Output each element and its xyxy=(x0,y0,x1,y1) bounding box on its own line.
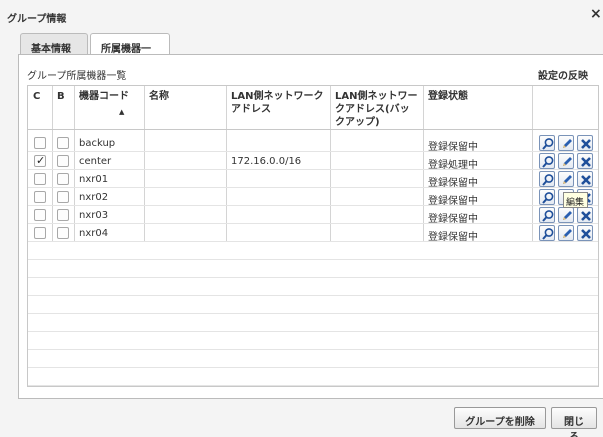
panel-title: グループ所属機器一覧 xyxy=(27,71,127,82)
column-header-registration-status[interactable]: 登録状態 xyxy=(423,86,532,129)
column-header-c[interactable]: C xyxy=(28,86,52,129)
checkbox-c[interactable] xyxy=(34,227,46,239)
checkbox-c[interactable] xyxy=(34,137,46,149)
status-cell: 登録保留中 xyxy=(428,178,478,189)
table-row[interactable]: nxr01 登録保留中 xyxy=(28,170,598,189)
checkbox-b[interactable] xyxy=(57,137,69,149)
delete-x-icon[interactable] xyxy=(577,225,593,241)
delete-x-icon[interactable] xyxy=(577,153,593,169)
empty-row xyxy=(28,242,598,260)
checkbox-b[interactable] xyxy=(57,173,69,185)
device-code-cell: nxr03 xyxy=(79,210,109,221)
column-header-lan-address-backup[interactable]: LAN側ネットワークアドレス(バックアップ) xyxy=(330,86,423,129)
status-cell: 登録保留中 xyxy=(428,214,478,225)
search-icon[interactable] xyxy=(539,189,555,205)
empty-row xyxy=(28,260,598,278)
empty-row xyxy=(28,296,598,314)
dialog-title: グループ情報 xyxy=(7,14,67,25)
delete-x-icon[interactable] xyxy=(577,135,593,151)
device-code-cell: nxr04 xyxy=(79,228,109,239)
device-code-cell: center xyxy=(79,156,112,167)
table-row[interactable]: nxr02 登録保留中 xyxy=(28,188,598,207)
checkbox-b[interactable] xyxy=(57,191,69,203)
checkbox-c[interactable] xyxy=(34,209,46,221)
search-icon[interactable] xyxy=(539,135,555,151)
search-icon[interactable] xyxy=(539,171,555,187)
table-row[interactable]: nxr03 登録保留中 xyxy=(28,206,598,225)
status-cell: 登録保留中 xyxy=(428,196,478,207)
search-icon[interactable] xyxy=(539,207,555,223)
edit-pencil-icon[interactable] xyxy=(558,135,574,151)
edit-tooltip: 編集 xyxy=(563,192,588,208)
close-button[interactable]: 閉じる xyxy=(551,407,597,437)
delete-x-icon[interactable] xyxy=(577,171,593,187)
edit-pencil-icon[interactable] xyxy=(558,207,574,223)
column-header-name[interactable]: 名称 xyxy=(144,86,226,129)
lan-address-cell: 172.16.0.0/16 xyxy=(231,156,302,167)
sort-ascending-icon: ▲ xyxy=(119,108,125,116)
column-header-lan-address[interactable]: LAN側ネットワークアドレス xyxy=(226,86,330,129)
table-row[interactable]: backup 登録保留中 xyxy=(28,134,598,153)
edit-pencil-icon[interactable] xyxy=(558,153,574,169)
search-icon[interactable] xyxy=(539,153,555,169)
status-cell: 登録保留中 xyxy=(428,142,478,153)
device-code-cell: nxr01 xyxy=(79,174,109,185)
edit-pencil-icon[interactable] xyxy=(558,171,574,187)
status-cell: 登録処理中 xyxy=(428,160,478,171)
dialog-title-bar: グループ情報 × xyxy=(0,0,603,30)
empty-row xyxy=(28,350,598,368)
checkbox-c[interactable] xyxy=(34,173,46,185)
table-row[interactable]: nxr04 登録保留中 xyxy=(28,224,598,243)
device-list-panel: グループ所属機器一覧 設定の反映 C B 機器コード ▲ 名称 LAN側ネットワ… xyxy=(18,54,603,399)
delete-x-icon[interactable] xyxy=(577,207,593,223)
column-header-b[interactable]: B xyxy=(52,86,74,129)
device-code-cell: nxr02 xyxy=(79,192,109,203)
empty-row xyxy=(28,332,598,350)
tab-basic-info[interactable]: 基本情報 xyxy=(20,33,88,55)
close-icon[interactable]: × xyxy=(590,6,602,22)
search-icon[interactable] xyxy=(539,225,555,241)
empty-row xyxy=(28,368,598,386)
checkbox-b[interactable] xyxy=(57,227,69,239)
group-info-dialog: グループ情報 × 基本情報 所属機器一覧 グループ所属機器一覧 設定の反映 C … xyxy=(0,0,603,437)
checkbox-b[interactable] xyxy=(57,155,69,167)
checkbox-c[interactable] xyxy=(34,154,46,167)
empty-row xyxy=(28,278,598,296)
delete-group-button[interactable]: グループを削除 xyxy=(454,407,546,429)
table-row[interactable]: center 172.16.0.0/16 登録処理中 xyxy=(28,152,598,171)
device-code-cell: backup xyxy=(79,138,116,149)
checkbox-b[interactable] xyxy=(57,209,69,221)
apply-settings-link[interactable]: 設定の反映 xyxy=(538,67,588,82)
device-table: C B 機器コード ▲ 名称 LAN側ネットワークアドレス LAN側ネットワーク… xyxy=(27,85,599,387)
empty-row xyxy=(28,314,598,332)
tab-device-list[interactable]: 所属機器一覧 xyxy=(90,33,170,70)
edit-pencil-icon[interactable] xyxy=(558,225,574,241)
checkbox-c[interactable] xyxy=(34,191,46,203)
header-divider xyxy=(28,129,598,130)
status-cell: 登録保留中 xyxy=(428,232,478,243)
column-header-device-code[interactable]: 機器コード xyxy=(74,86,144,129)
